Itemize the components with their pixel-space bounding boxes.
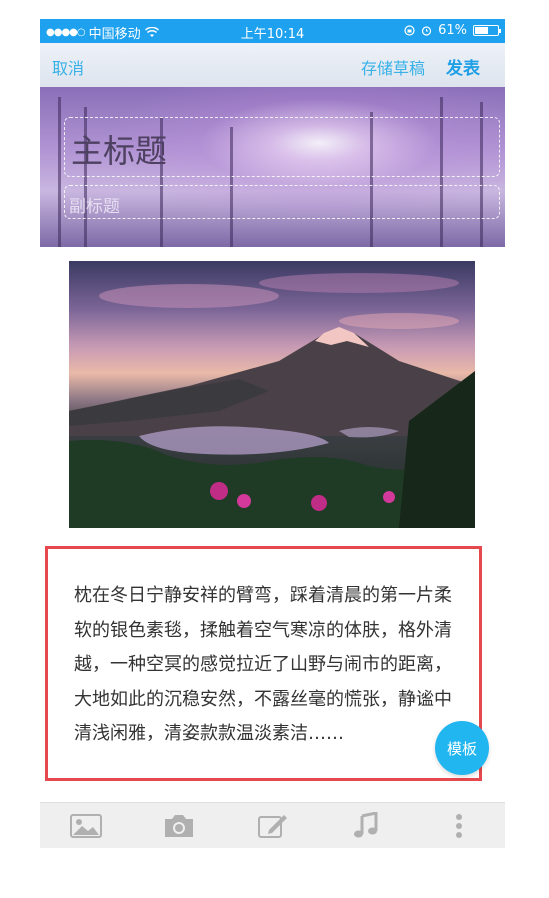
subtitle-field[interactable]: 副标题 — [64, 185, 500, 219]
cancel-button[interactable]: 取消 — [52, 55, 84, 79]
article-text-card[interactable]: 枕在冬日宁静安祥的臂弯，踩着清晨的第一片柔软的银色素毯，揉触着空气寒凉的体肤，格… — [45, 546, 482, 781]
camera-icon[interactable] — [163, 812, 195, 840]
battery-level — [475, 27, 489, 34]
edit-icon[interactable] — [257, 812, 289, 840]
article-body[interactable]: 枕在冬日宁静安祥的臂弯，踩着清晨的第一片柔软的银色素毯，揉触着空气寒凉的体肤，格… — [74, 579, 466, 752]
more-icon[interactable] — [443, 812, 475, 840]
rotation-lock-icon — [404, 25, 415, 36]
editor-toolbar — [40, 802, 505, 848]
title-placeholder: 主标题 — [71, 132, 168, 170]
cover-image[interactable]: 主标题 副标题 — [40, 87, 505, 247]
subtitle-placeholder: 副标题 — [69, 197, 120, 217]
status-bar: ●●●●○ 中国移动 上午10:14 61% — [40, 19, 505, 43]
title-field[interactable]: 主标题 — [64, 117, 500, 177]
template-button[interactable]: 模板 — [435, 721, 489, 775]
music-icon[interactable] — [350, 812, 382, 840]
battery-percent: 61% — [438, 23, 467, 38]
image-icon[interactable] — [70, 812, 102, 840]
alarm-icon — [421, 26, 432, 36]
publish-button[interactable]: 发表 — [446, 54, 480, 79]
article-image[interactable] — [69, 261, 475, 528]
battery-icon — [473, 25, 501, 36]
nav-bar: 取消 存储草稿 发表 — [40, 43, 505, 87]
phone-screen: ●●●●○ 中国移动 上午10:14 61% 取消 存储草稿 发表 主标题 副标… — [40, 19, 505, 848]
save-draft-button[interactable]: 存储草稿 — [361, 55, 425, 79]
tree-decoration — [58, 97, 61, 247]
mountain-lake-image — [69, 273, 475, 528]
